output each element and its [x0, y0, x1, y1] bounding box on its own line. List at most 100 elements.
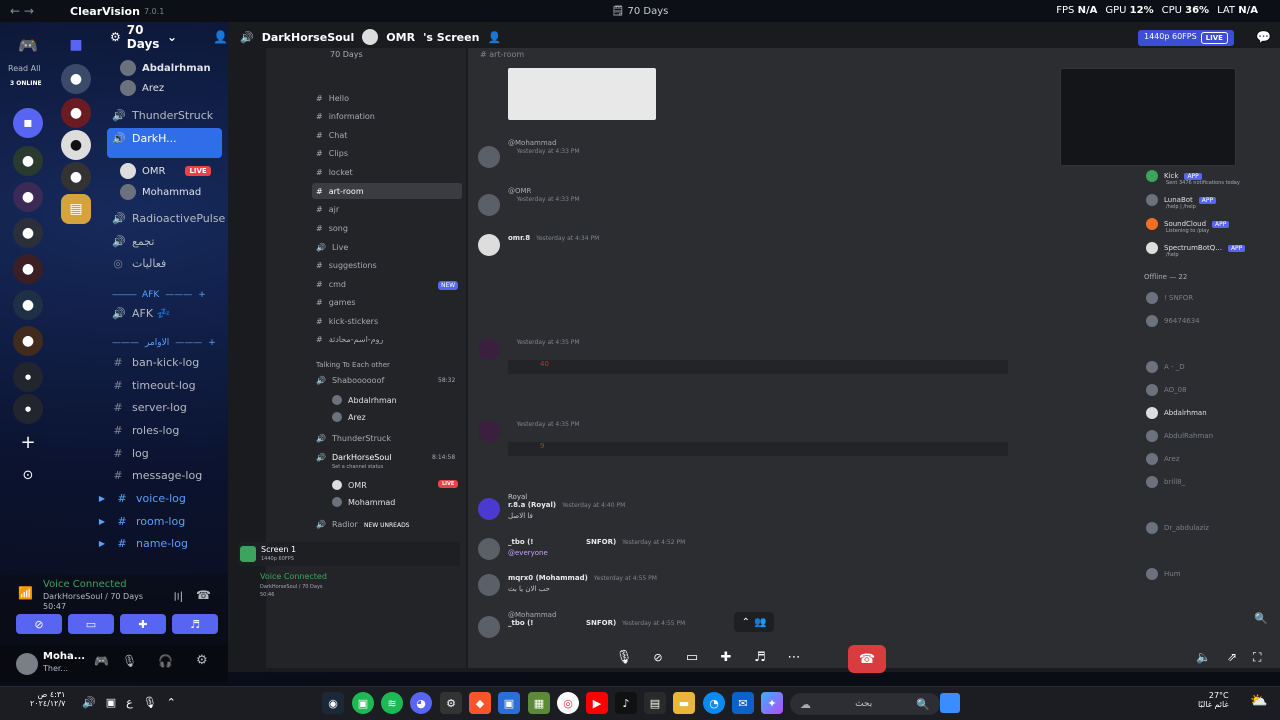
message: mqrx0 (Mohammad) Yesterday at 4:55 PM حب ا… [478, 574, 657, 596]
edge-icon[interactable]: ◔ [703, 692, 725, 714]
volume-icon[interactable]: 🔈 [1196, 650, 1211, 665]
stream-channel[interactable]: DarkHorseSoul [262, 31, 355, 44]
server-icon[interactable]: ● [13, 362, 43, 392]
server-icon[interactable]: ● [13, 254, 43, 284]
more-icon[interactable]: ⋯ [780, 644, 808, 670]
activities-icon[interactable]: ✚ [712, 644, 740, 670]
game-controller-icon[interactable]: 🎮 [94, 654, 109, 668]
screen-share-icon[interactable]: ▭ [678, 644, 706, 670]
channel-afk[interactable]: 🔊 AFK 💤 [112, 303, 170, 323]
server-icon[interactable]: ● [13, 394, 43, 424]
taskbar-clock[interactable]: ٤:٣١ ص ٢٠٢٤/١٢/٧ [30, 690, 65, 708]
category-afk[interactable]: ——— AFK ——— + [112, 290, 206, 300]
channel-events[interactable]: ◎ فعاليات [112, 253, 166, 273]
category-commands[interactable]: ——— الاوامر ——— + [112, 338, 216, 348]
message: Royal r.8.a (Royal) Yesterday at 4:40 PM فا… [478, 490, 625, 520]
channel-darkh[interactable]: 🔊 DarkH... [112, 128, 177, 148]
channel-timeout-log[interactable]: # timeout-log [112, 375, 195, 395]
server-icon[interactable]: ● [13, 146, 43, 176]
server-icon[interactable]: ▪ [13, 108, 43, 138]
voice-location[interactable]: DarkHorseSoul / 70 Days [43, 592, 143, 601]
steam-icon[interactable]: ◉ [322, 692, 344, 714]
server-icon[interactable]: ● [13, 290, 43, 320]
microphone-icon[interactable]: 🎙 [610, 644, 638, 670]
add-member-icon[interactable]: 👤 [213, 30, 228, 44]
windows-start-icon[interactable] [940, 693, 960, 713]
store-icon[interactable]: ▤ [644, 692, 666, 714]
popout-icon[interactable]: ⇗ [1227, 650, 1237, 665]
fullscreen-icon[interactable]: ⛶ [1253, 650, 1261, 665]
chat-toggle-icon[interactable]: 💬 [1256, 30, 1271, 44]
copilot-icon[interactable]: ✦ [761, 692, 783, 714]
microphone-icon[interactable]: 🎙 [122, 654, 137, 668]
voice-user-mohammad[interactable]: Mohammad [120, 184, 201, 200]
channel-gathering[interactable]: 🔊 تجمع [112, 231, 154, 251]
participants-toggle[interactable]: ⌃ 👥 [734, 612, 774, 632]
weather-widget[interactable]: 27°C غائم غالبًا [1198, 691, 1229, 709]
discord-logo-icon[interactable]: 🎮 [13, 30, 43, 60]
camera-off-icon[interactable]: ⊘ [644, 644, 672, 670]
soundboard-icon[interactable]: ♬ [746, 644, 774, 670]
add-channel-icon[interactable]: + [208, 338, 216, 348]
chrome-icon[interactable]: ◎ [557, 692, 579, 714]
app-icon[interactable]: ▣ [498, 692, 520, 714]
leave-call-button[interactable]: ☎ [848, 645, 886, 673]
user-icon[interactable]: 👤 [487, 31, 501, 44]
divider: ——— [112, 290, 137, 300]
settings-gear-icon[interactable]: ⚙ [196, 653, 208, 668]
member-item: 96474634 [1146, 315, 1200, 327]
server-icon[interactable]: ● [13, 182, 43, 212]
noise-suppression-icon[interactable]: 〣 [172, 588, 184, 605]
youtube-icon[interactable]: ▶ [586, 692, 608, 714]
discover-icon[interactable]: ⊙ [13, 460, 43, 490]
tiktok-icon[interactable]: ♪ [615, 692, 637, 714]
settings-icon[interactable]: ⚙ [440, 692, 462, 714]
read-all-button[interactable]: Read All [8, 64, 41, 73]
zoom-icon[interactable]: 🔍 [1254, 612, 1268, 625]
soundboard-button[interactable]: ♬ [172, 614, 218, 634]
server-icon[interactable]: ● [13, 218, 43, 248]
channel-room-log[interactable]: ▶ # room-log [96, 511, 185, 531]
channel-roles-log[interactable]: # roles-log [112, 420, 179, 440]
channel-thunderstruck[interactable]: 🔊 ThunderStruck [112, 105, 213, 125]
channel-voice-log[interactable]: ▶ # voice-log [96, 488, 186, 508]
server-header[interactable]: ⚙ 70 Days ⌄ 👤 [56, 22, 228, 52]
server-icon[interactable]: ● [13, 326, 43, 356]
back-forward-icons[interactable]: ← → [10, 4, 50, 18]
add-server-icon[interactable]: + [13, 427, 43, 457]
voice-user-omr[interactable]: OMR LIVE [120, 163, 211, 179]
volume-icon[interactable]: 🔊 [82, 696, 96, 709]
channel-label: cmd [328, 280, 346, 289]
minecraft-icon[interactable]: ▦ [528, 692, 550, 714]
member-item: SpectrumBotQ... APP [1146, 242, 1246, 254]
channel-message-log[interactable]: # message-log [112, 465, 202, 485]
network-icon[interactable]: ▣ [106, 696, 116, 709]
taskbar-search[interactable]: ☁ بحث 🔍 [790, 693, 940, 715]
stream-preview-thumbnail[interactable] [1060, 68, 1236, 166]
chevron-up-icon[interactable]: ⌃ [167, 696, 176, 709]
voice-user[interactable]: Arez [120, 80, 164, 96]
screen-share-button[interactable]: ▭ [68, 614, 114, 634]
camera-off-button[interactable]: ⊘ [16, 614, 62, 634]
channel-server-log[interactable]: # server-log [112, 397, 186, 417]
spotify-icon[interactable]: ≋ [381, 692, 403, 714]
file-explorer-icon[interactable]: ▬ [673, 692, 695, 714]
language-indicator[interactable]: ع [126, 696, 133, 709]
hash-icon: # [113, 446, 123, 460]
discord-icon[interactable]: ◕ [410, 692, 432, 714]
avatar[interactable] [16, 653, 38, 675]
microphone-icon[interactable]: 🎙 [143, 696, 157, 709]
add-channel-icon[interactable]: + [198, 290, 206, 300]
activities-button[interactable]: ✚ [120, 614, 166, 634]
channel-name-log[interactable]: ▶ # name-log [96, 533, 188, 553]
channel-radioactivepulse[interactable]: 🔊 RadioactivePulse [112, 208, 225, 228]
brave-icon[interactable]: ◆ [469, 692, 491, 714]
stream-suffix: 's Screen [423, 30, 480, 44]
headphones-icon[interactable]: 🎧 [158, 654, 173, 668]
channel-ban-kick-log[interactable]: # ban-kick-log [112, 352, 199, 372]
app-icon[interactable]: ▣ [352, 692, 374, 714]
voice-user[interactable]: Abdalrhman [120, 60, 211, 76]
mail-icon[interactable]: ✉ [732, 692, 754, 714]
channel-log[interactable]: # log [112, 443, 148, 463]
disconnect-icon[interactable]: ☎ [196, 588, 211, 602]
